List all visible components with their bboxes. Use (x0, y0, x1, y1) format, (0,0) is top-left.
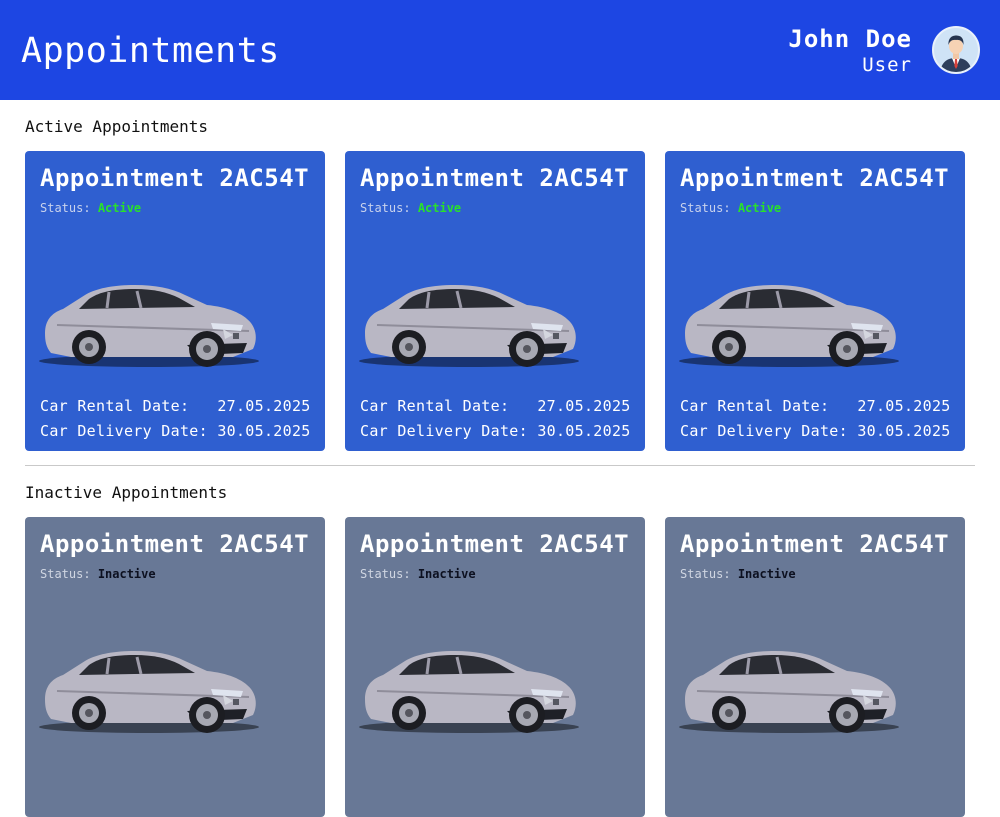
appointment-card[interactable]: Appointment 2AC54T Status: Inactive (25, 517, 325, 817)
car-image (39, 285, 259, 367)
delivery-date-value: 30.05.2025 (217, 422, 311, 440)
status-badge: Inactive (417, 567, 476, 581)
appointment-title: Appointment 2AC54T (680, 164, 950, 192)
appointment-title: Appointment 2AC54T (680, 530, 950, 558)
car-image (679, 651, 899, 733)
page-title: Appointments (21, 31, 280, 71)
delivery-date-label: Car Delivery Date: (40, 422, 208, 440)
delivery-date-value: 30.05.2025 (537, 422, 631, 440)
rental-date-value: 27.05.2025 (217, 397, 311, 415)
delivery-date-label: Car Delivery Date: (680, 422, 848, 440)
user-name: John Doe (788, 25, 912, 53)
appointment-card[interactable]: Appointment 2AC54T Status: Active Car Re… (345, 151, 645, 451)
appointment-title: Appointment 2AC54T (360, 530, 630, 558)
status-line: Status: Active (40, 200, 141, 216)
status-label: Status: (40, 201, 91, 215)
inactive-section-title: Inactive Appointments (25, 483, 228, 502)
rental-date-value: 27.05.2025 (537, 397, 631, 415)
status-label: Status: (40, 567, 91, 581)
status-line: Status: Active (360, 200, 461, 216)
appointment-title: Appointment 2AC54T (360, 164, 630, 192)
appointment-card[interactable]: Appointment 2AC54T Status: Inactive (345, 517, 645, 817)
delivery-date-row: Car Delivery Date: 30.05.2025 (40, 421, 311, 441)
car-image (679, 285, 899, 367)
app-header: Appointments John Doe User (0, 0, 1000, 100)
status-line: Status: Active (680, 200, 781, 216)
user-role: User (862, 54, 912, 76)
car-image (39, 651, 259, 733)
status-line: Status: Inactive (40, 566, 156, 582)
status-label: Status: (360, 567, 411, 581)
delivery-date-row: Car Delivery Date: 30.05.2025 (680, 421, 951, 441)
appointment-card[interactable]: Appointment 2AC54T Status: Active Car Re… (665, 151, 965, 451)
status-label: Status: (680, 567, 731, 581)
status-line: Status: Inactive (360, 566, 476, 582)
car-image (359, 285, 579, 367)
car-image (359, 651, 579, 733)
rental-date-value: 27.05.2025 (857, 397, 951, 415)
status-badge: Active (737, 201, 782, 215)
status-badge: Inactive (97, 567, 156, 581)
appointment-card[interactable]: Appointment 2AC54T Status: Inactive (665, 517, 965, 817)
rental-date-label: Car Rental Date: (680, 397, 848, 415)
appointment-title: Appointment 2AC54T (40, 164, 310, 192)
status-badge: Active (97, 201, 142, 215)
appointment-title: Appointment 2AC54T (40, 530, 310, 558)
rental-date-row: Car Rental Date: 27.05.2025 (40, 396, 311, 416)
user-info[interactable]: John Doe User (788, 24, 912, 76)
section-divider (25, 465, 975, 466)
delivery-date-label: Car Delivery Date: (360, 422, 528, 440)
rental-date-row: Car Rental Date: 27.05.2025 (360, 396, 631, 416)
status-label: Status: (680, 201, 731, 215)
delivery-date-row: Car Delivery Date: 30.05.2025 (360, 421, 631, 441)
delivery-date-value: 30.05.2025 (857, 422, 951, 440)
status-badge: Active (417, 201, 462, 215)
appointment-card[interactable]: Appointment 2AC54T Status: Active Car Re… (25, 151, 325, 451)
rental-date-label: Car Rental Date: (40, 397, 208, 415)
active-section-title: Active Appointments (25, 117, 209, 136)
status-label: Status: (360, 201, 411, 215)
user-avatar-icon[interactable] (932, 26, 980, 74)
rental-date-row: Car Rental Date: 27.05.2025 (680, 396, 951, 416)
status-line: Status: Inactive (680, 566, 796, 582)
rental-date-label: Car Rental Date: (360, 397, 528, 415)
status-badge: Inactive (737, 567, 796, 581)
